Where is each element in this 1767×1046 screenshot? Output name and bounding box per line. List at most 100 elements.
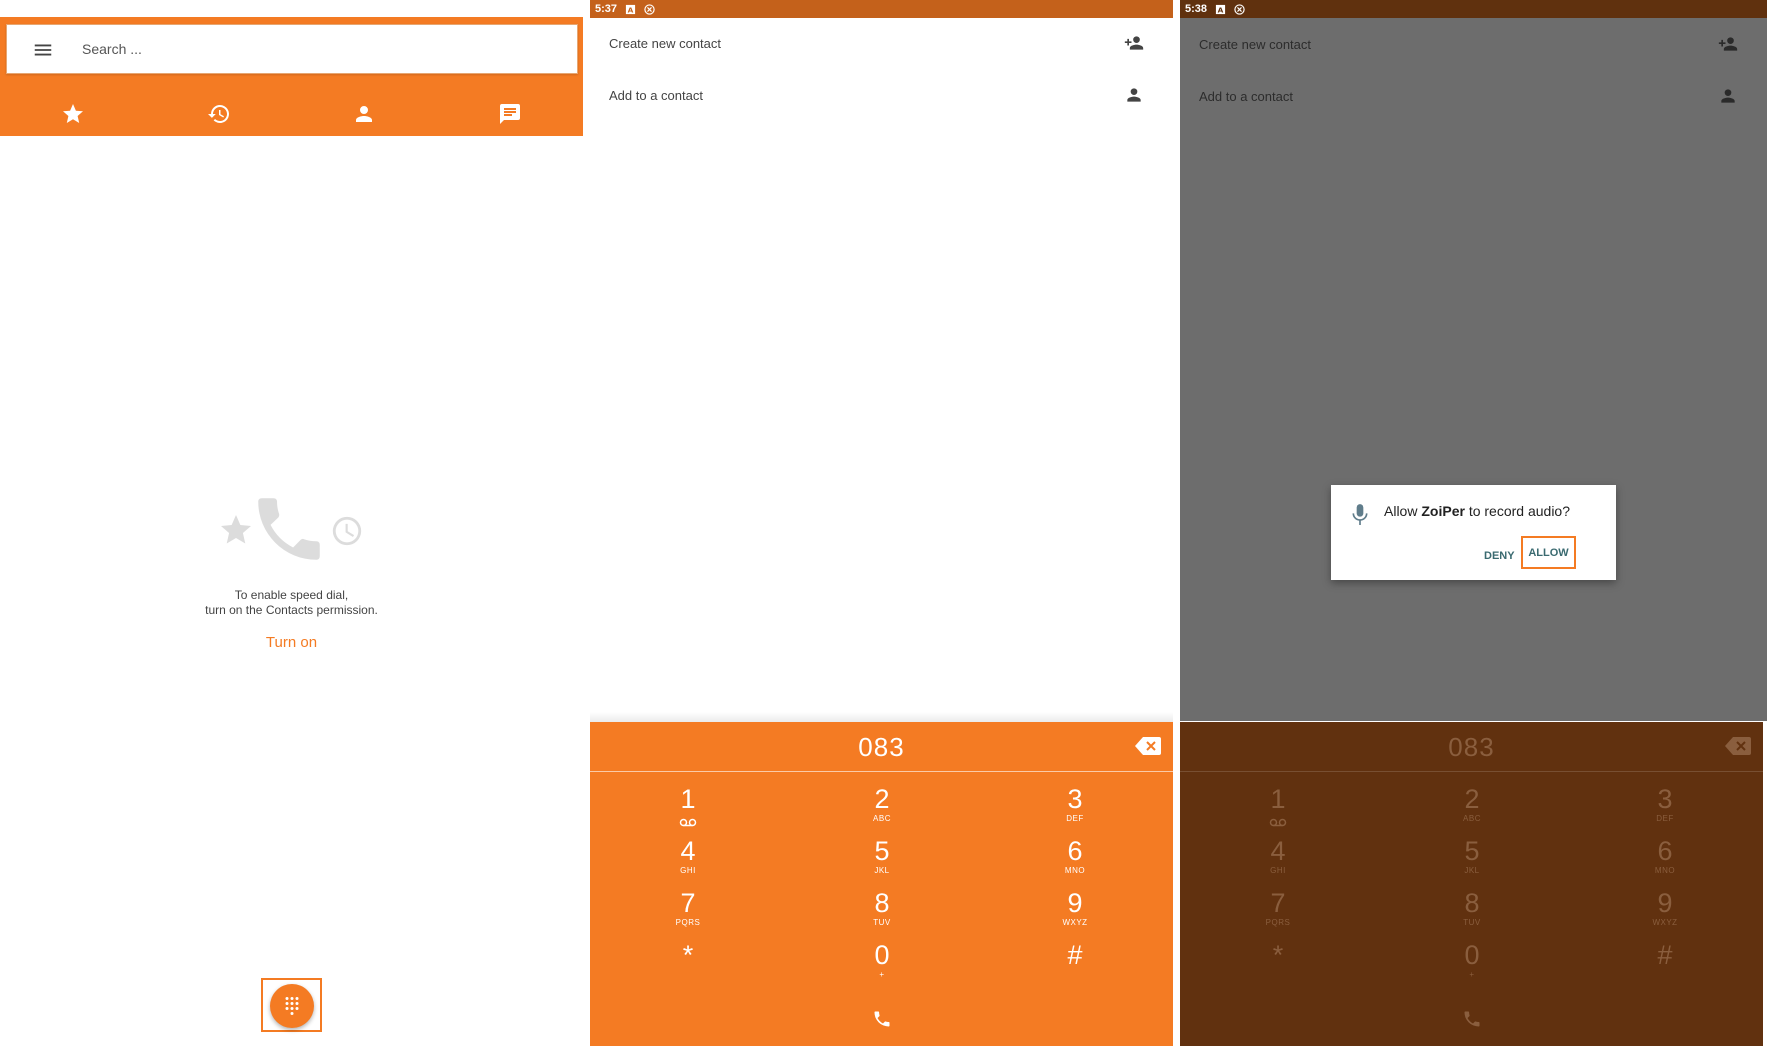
add-to-contact-label: Add to a contact [609, 87, 703, 103]
key-1[interactable]: 1 [628, 784, 748, 832]
create-new-contact-label: Create new contact [1199, 36, 1312, 52]
dialpad-icon [285, 997, 299, 1015]
blocked-icon [644, 3, 655, 15]
key-hash: # [1605, 940, 1725, 988]
key-letters: MNO [1654, 866, 1676, 875]
dialpad: 083 1 2 ABC 3 DEF 4 GHI 5 JKL 6 MNO 7 PQRS 8 TU… [590, 722, 1173, 1046]
key-5[interactable]: 5 JKL [822, 836, 942, 884]
person-icon [1127, 88, 1141, 102]
key-digit: 0 [874, 940, 890, 970]
key-letters: ABC [873, 814, 891, 823]
message-icon [500, 104, 521, 124]
call-button[interactable] [860, 1004, 904, 1034]
add-to-contact-label: Add to a contact [1199, 88, 1293, 104]
key-digit: 9 [1067, 888, 1083, 918]
dialpad: 083 1 2 ABC 3 DEF 4 GHI 5 JKL 6 MNO 7 PQRS 8 TU… [1180, 722, 1763, 1046]
allow-button[interactable]: ALLOW [1521, 536, 1576, 569]
deny-button[interactable]: DENY [1484, 550, 1515, 562]
key-letters: GHI [1270, 866, 1286, 875]
key-digit: 1 [1270, 784, 1286, 814]
key-digit: 6 [1067, 836, 1083, 866]
key-letters: GHI [680, 866, 696, 875]
permission-dialog: Allow ZoiPer to record audio? DENY ALLOW [1331, 485, 1616, 580]
add-to-contact-row: Add to a contact [1180, 72, 1767, 120]
blocked-icon [1234, 3, 1245, 15]
dialer-screen: 5:37 A Create new contact Add to a conta… [590, 0, 1173, 1046]
notification-a-icon: A [1215, 4, 1226, 14]
key-letters: WXYZ [1652, 918, 1678, 927]
key-4: 4 GHI [1218, 836, 1338, 884]
tab-messages[interactable] [437, 92, 583, 136]
status-bar: 5:37 A [590, 0, 1173, 18]
tab-recents[interactable] [146, 92, 292, 136]
status-time: 5:37 [595, 3, 618, 15]
key-2: 2 ABC [1412, 784, 1532, 832]
key-digit: * [682, 940, 694, 970]
permission-message-line2: turn on the Contacts permission. [205, 603, 378, 617]
key-6[interactable]: 6 MNO [1015, 836, 1135, 884]
key-digit: 4 [1270, 836, 1286, 866]
key-star[interactable]: * [628, 940, 748, 988]
turn-on-button[interactable]: Turn on [266, 634, 317, 651]
tab-contacts[interactable] [292, 92, 438, 136]
key-4[interactable]: 4 GHI [628, 836, 748, 884]
key-2[interactable]: 2 ABC [822, 784, 942, 832]
key-digit: 9 [1657, 888, 1673, 918]
phone-icon [257, 498, 320, 560]
key-digit: 1 [680, 784, 696, 814]
key-digit: 5 [1464, 836, 1480, 866]
search-bar[interactable]: Search ... [6, 24, 578, 74]
fab-highlight [261, 978, 322, 1032]
key-7[interactable]: 7 PQRS [628, 888, 748, 936]
tab-bar [0, 92, 583, 139]
key-letters: MNO [1064, 866, 1086, 875]
phone-icon [1464, 1011, 1480, 1027]
status-time: 5:38 [1185, 3, 1208, 15]
backspace-icon[interactable] [1135, 737, 1161, 755]
search-input[interactable]: Search ... [82, 41, 142, 57]
key-letters: DEF [1066, 814, 1084, 823]
voicemail-icon [1269, 818, 1287, 827]
key-hash[interactable]: # [1015, 940, 1135, 988]
key-5: 5 JKL [1412, 836, 1532, 884]
person-icon [356, 106, 373, 122]
key-9[interactable]: 9 WXYZ [1015, 888, 1135, 936]
key-3: 3 DEF [1605, 784, 1725, 832]
permission-message: To enable speed dial, turn on the Contac… [0, 588, 583, 618]
key-star: * [1218, 940, 1338, 988]
key-letters: PQRS [1265, 918, 1291, 927]
dial-display: 083 [1180, 722, 1763, 772]
key-letters: PQRS [675, 918, 701, 927]
key-8[interactable]: 8 TUV [822, 888, 942, 936]
add-to-contact-row[interactable]: Add to a contact [590, 71, 1173, 119]
key-digit: 7 [680, 888, 696, 918]
key-digit: 8 [874, 888, 890, 918]
menu-icon[interactable] [29, 39, 57, 61]
create-new-contact-row[interactable]: Create new contact [590, 19, 1173, 67]
dial-display: 083 [590, 722, 1173, 772]
create-new-contact-label: Create new contact [609, 35, 722, 51]
key-0: 0 + [1412, 940, 1532, 988]
key-9: 9 WXYZ [1605, 888, 1725, 936]
speed-dial-illustration [212, 488, 372, 578]
key-digit: 3 [1067, 784, 1083, 814]
key-digit: 7 [1270, 888, 1286, 918]
key-1: 1 [1218, 784, 1338, 832]
key-3[interactable]: 3 DEF [1015, 784, 1135, 832]
key-letters: DEF [1656, 814, 1674, 823]
key-letters: TUV [873, 918, 891, 927]
key-8: 8 TUV [1412, 888, 1532, 936]
call-button [1450, 1004, 1494, 1034]
backspace-icon [1725, 737, 1751, 755]
dialed-number[interactable]: 083 [590, 732, 1173, 763]
microphone-icon [1352, 504, 1368, 525]
scrim [1180, 18, 1767, 721]
key-0[interactable]: 0 + [822, 940, 942, 988]
tab-favorites[interactable] [0, 92, 146, 139]
dialog-message-suffix: to record audio? [1464, 503, 1571, 519]
create-new-contact-row: Create new contact [1180, 20, 1767, 68]
dialog-message: Allow ZoiPer to record audio? [1384, 503, 1570, 519]
dialpad-button[interactable] [270, 984, 314, 1028]
permission-dialog-screen: 5:38 A Create new contact Add to a conta… [1180, 0, 1767, 1046]
star-icon [62, 104, 83, 123]
